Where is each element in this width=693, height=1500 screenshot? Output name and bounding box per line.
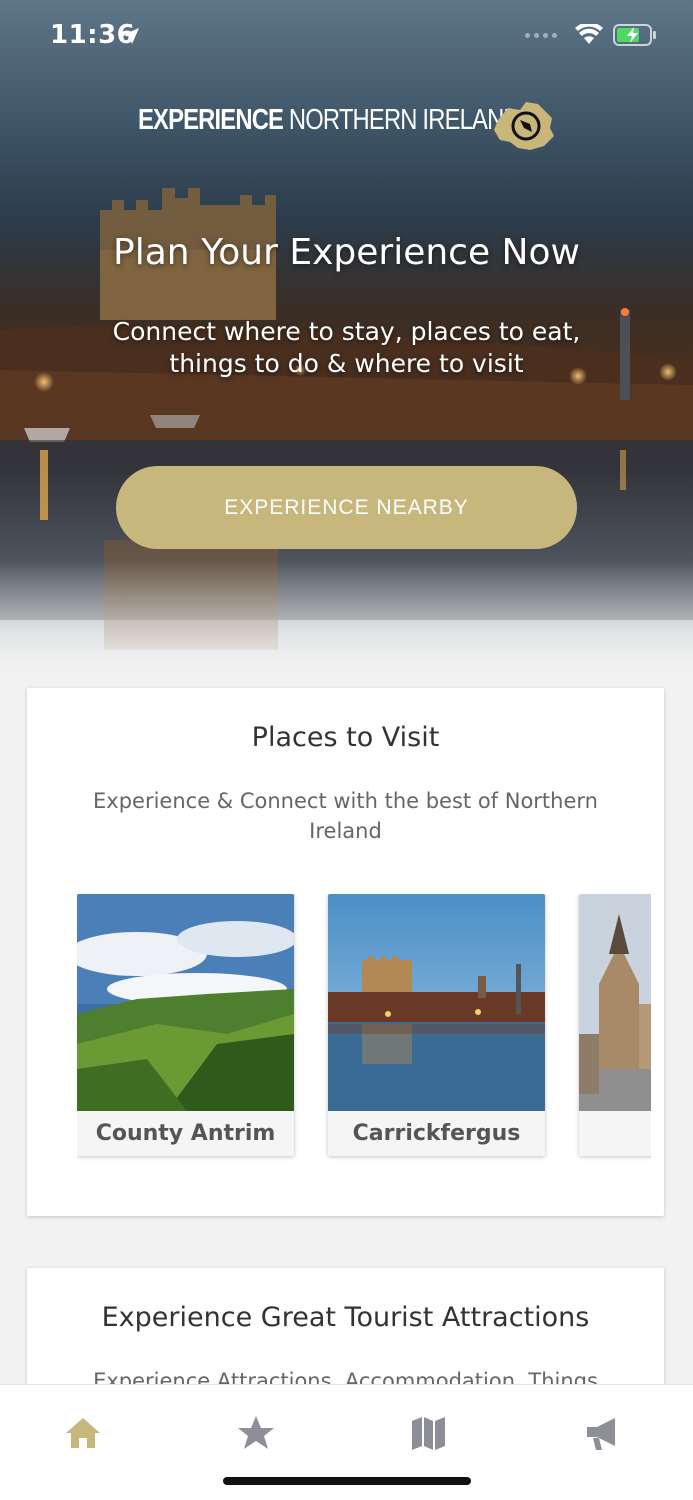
location-arrow-icon <box>123 28 139 44</box>
places-to-visit-card: Places to Visit Experience & Connect wit… <box>27 688 664 1216</box>
place-label: Carrickfergus <box>352 1121 521 1146</box>
hero-title: Plan Your Experience Now <box>113 232 580 273</box>
megaphone-icon[interactable] <box>581 1413 621 1453</box>
logo-wordmark: EXPERIENCE NORTHERN IRELAND <box>138 104 521 136</box>
place-card-county-antrim[interactable]: County Antrim <box>77 894 294 1156</box>
compass-map-icon <box>494 102 554 150</box>
experience-nearby-button[interactable]: EXPERIENCE NEARBY <box>116 466 577 549</box>
signal-icon <box>525 32 557 38</box>
church-photo <box>579 894 651 1111</box>
places-card-title: Places to Visit <box>251 722 440 753</box>
county-antrim-photo <box>77 894 294 1111</box>
home-icon[interactable] <box>63 1413 103 1453</box>
wifi-icon <box>575 24 603 44</box>
places-card-subtitle: Experience & Connect with the best of No… <box>93 789 598 843</box>
status-indicators <box>525 24 657 46</box>
places-carousel[interactable]: County Antrim Carrickfergus <box>77 894 651 1164</box>
battery-charging-icon <box>613 24 656 46</box>
carrickfergus-photo <box>328 894 545 1111</box>
home-indicator <box>223 1477 471 1485</box>
place-label: County Antrim <box>95 1121 276 1146</box>
place-card-third[interactable] <box>579 894 651 1156</box>
attractions-card-title: Experience Great Tourist Attractions <box>101 1302 590 1333</box>
star-icon[interactable] <box>236 1413 276 1453</box>
hero-subtitle: Connect where to stay, places to eat, th… <box>112 317 581 378</box>
map-icon[interactable] <box>408 1413 448 1453</box>
hero-fade <box>0 560 693 688</box>
place-card-carrickfergus[interactable]: Carrickfergus <box>328 894 545 1156</box>
place-label <box>579 1111 651 1156</box>
app-logo: EXPERIENCE NORTHERN IRELAND <box>138 102 554 150</box>
